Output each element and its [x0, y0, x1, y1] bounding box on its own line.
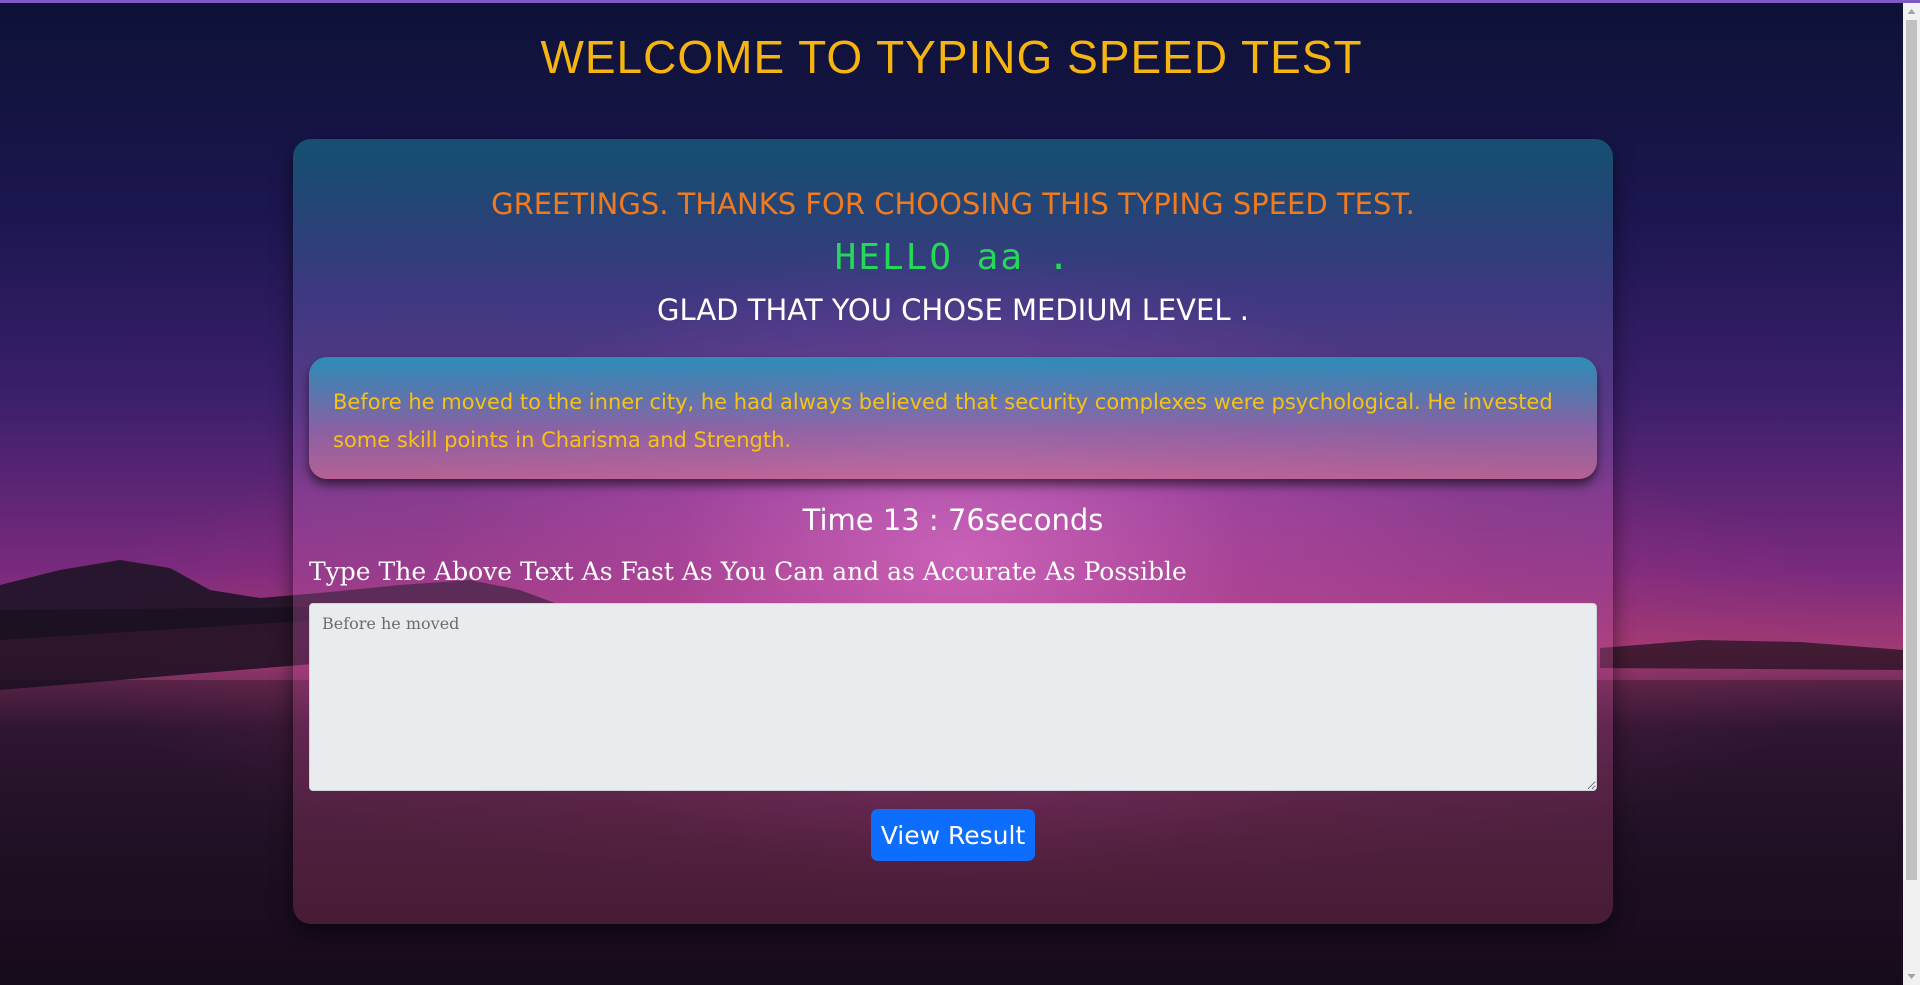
user-hello: HELLO aa .	[834, 237, 1072, 278]
test-card: GREETINGS. THANKS FOR CHOOSING THIS TYPI…	[293, 139, 1613, 924]
view-result-button[interactable]: View Result	[871, 809, 1035, 861]
scroll-down-icon[interactable]	[1903, 968, 1920, 985]
page-title: WELCOME TO TYPING SPEED TEST	[540, 31, 1363, 83]
timer-display: Time 13 : 76seconds	[802, 503, 1104, 537]
typing-input[interactable]	[309, 603, 1597, 791]
passage-text: Before he moved to the inner city, he ha…	[309, 357, 1597, 479]
greeting-text: GREETINGS. THANKS FOR CHOOSING THIS TYPI…	[491, 187, 1415, 221]
scroll-up-icon[interactable]	[1903, 3, 1920, 20]
scrollbar-thumb[interactable]	[1906, 20, 1917, 880]
instruction-label: Type The Above Text As Fast As You Can a…	[309, 557, 1187, 586]
page-scrollbar[interactable]	[1903, 3, 1920, 985]
level-message: GLAD THAT YOU CHOSE MEDIUM LEVEL .	[657, 293, 1249, 327]
